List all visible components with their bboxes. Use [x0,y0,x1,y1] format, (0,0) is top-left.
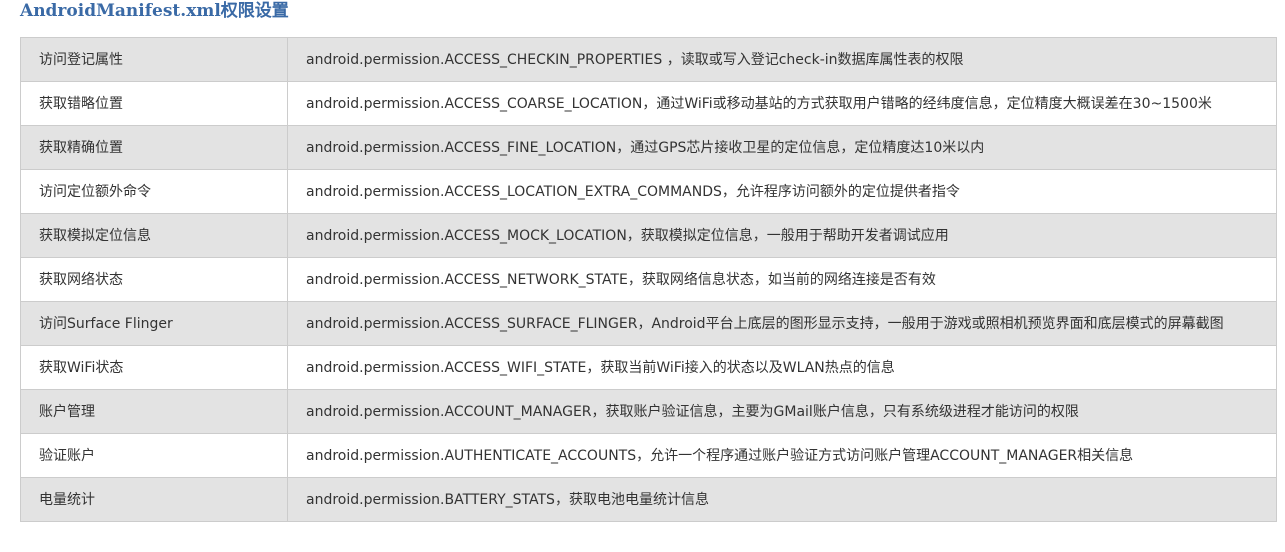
permission-desc-cell: android.permission.ACCESS_SURFACE_FLINGE… [287,301,1277,346]
permission-desc-cell: android.permission.ACCESS_MOCK_LOCATION，… [287,213,1277,258]
permission-name-cell: 获取WiFi状态 [20,345,288,390]
permission-name-cell: 访问定位额外命令 [20,169,288,214]
page-title: AndroidManifest.xml权限设置 [20,1,289,21]
table-row: 验证账户 android.permission.AUTHENTICATE_ACC… [20,433,1277,478]
table-row: 获取精确位置 android.permission.ACCESS_FINE_LO… [20,125,1277,170]
permission-name-cell: 账户管理 [20,389,288,434]
permission-name-cell: 获取错略位置 [20,81,288,126]
permission-name-cell: 获取精确位置 [20,125,288,170]
table-row: 访问登记属性 android.permission.ACCESS_CHECKIN… [20,37,1277,82]
permission-desc-cell: android.permission.AUTHENTICATE_ACCOUNTS… [287,433,1277,478]
permission-name-cell: 访问Surface Flinger [20,301,288,346]
table-row: 访问Surface Flinger android.permission.ACC… [20,301,1277,346]
permission-name-cell: 访问登记属性 [20,37,288,82]
table-row: 账户管理 android.permission.ACCOUNT_MANAGER，… [20,389,1277,434]
table-row: 获取模拟定位信息 android.permission.ACCESS_MOCK_… [20,213,1277,258]
permission-desc-cell: android.permission.ACCESS_FINE_LOCATION，… [287,125,1277,170]
permission-name-cell: 获取模拟定位信息 [20,213,288,258]
table-row: 获取网络状态 android.permission.ACCESS_NETWORK… [20,257,1277,302]
permission-desc-cell: android.permission.ACCESS_COARSE_LOCATIO… [287,81,1277,126]
permission-desc-cell: android.permission.ACCESS_WIFI_STATE，获取当… [287,345,1277,390]
table-row: 获取WiFi状态 android.permission.ACCESS_WIFI_… [20,345,1277,390]
permission-desc-cell: android.permission.BATTERY_STATS，获取电池电量统… [287,477,1277,522]
table-row: 访问定位额外命令 android.permission.ACCESS_LOCAT… [20,169,1277,214]
table-row: 获取错略位置 android.permission.ACCESS_COARSE_… [20,81,1277,126]
permission-name-cell: 验证账户 [20,433,288,478]
permission-desc-cell: android.permission.ACCESS_CHECKIN_PROPER… [287,37,1277,82]
permission-desc-cell: android.permission.ACCESS_LOCATION_EXTRA… [287,169,1277,214]
permission-name-cell: 电量统计 [20,477,288,522]
table-row: 电量统计 android.permission.BATTERY_STATS，获取… [20,477,1277,522]
permission-desc-cell: android.permission.ACCOUNT_MANAGER，获取账户验… [287,389,1277,434]
permission-name-cell: 获取网络状态 [20,257,288,302]
permissions-table: 访问登记属性 android.permission.ACCESS_CHECKIN… [20,37,1277,522]
permission-desc-cell: android.permission.ACCESS_NETWORK_STATE，… [287,257,1277,302]
